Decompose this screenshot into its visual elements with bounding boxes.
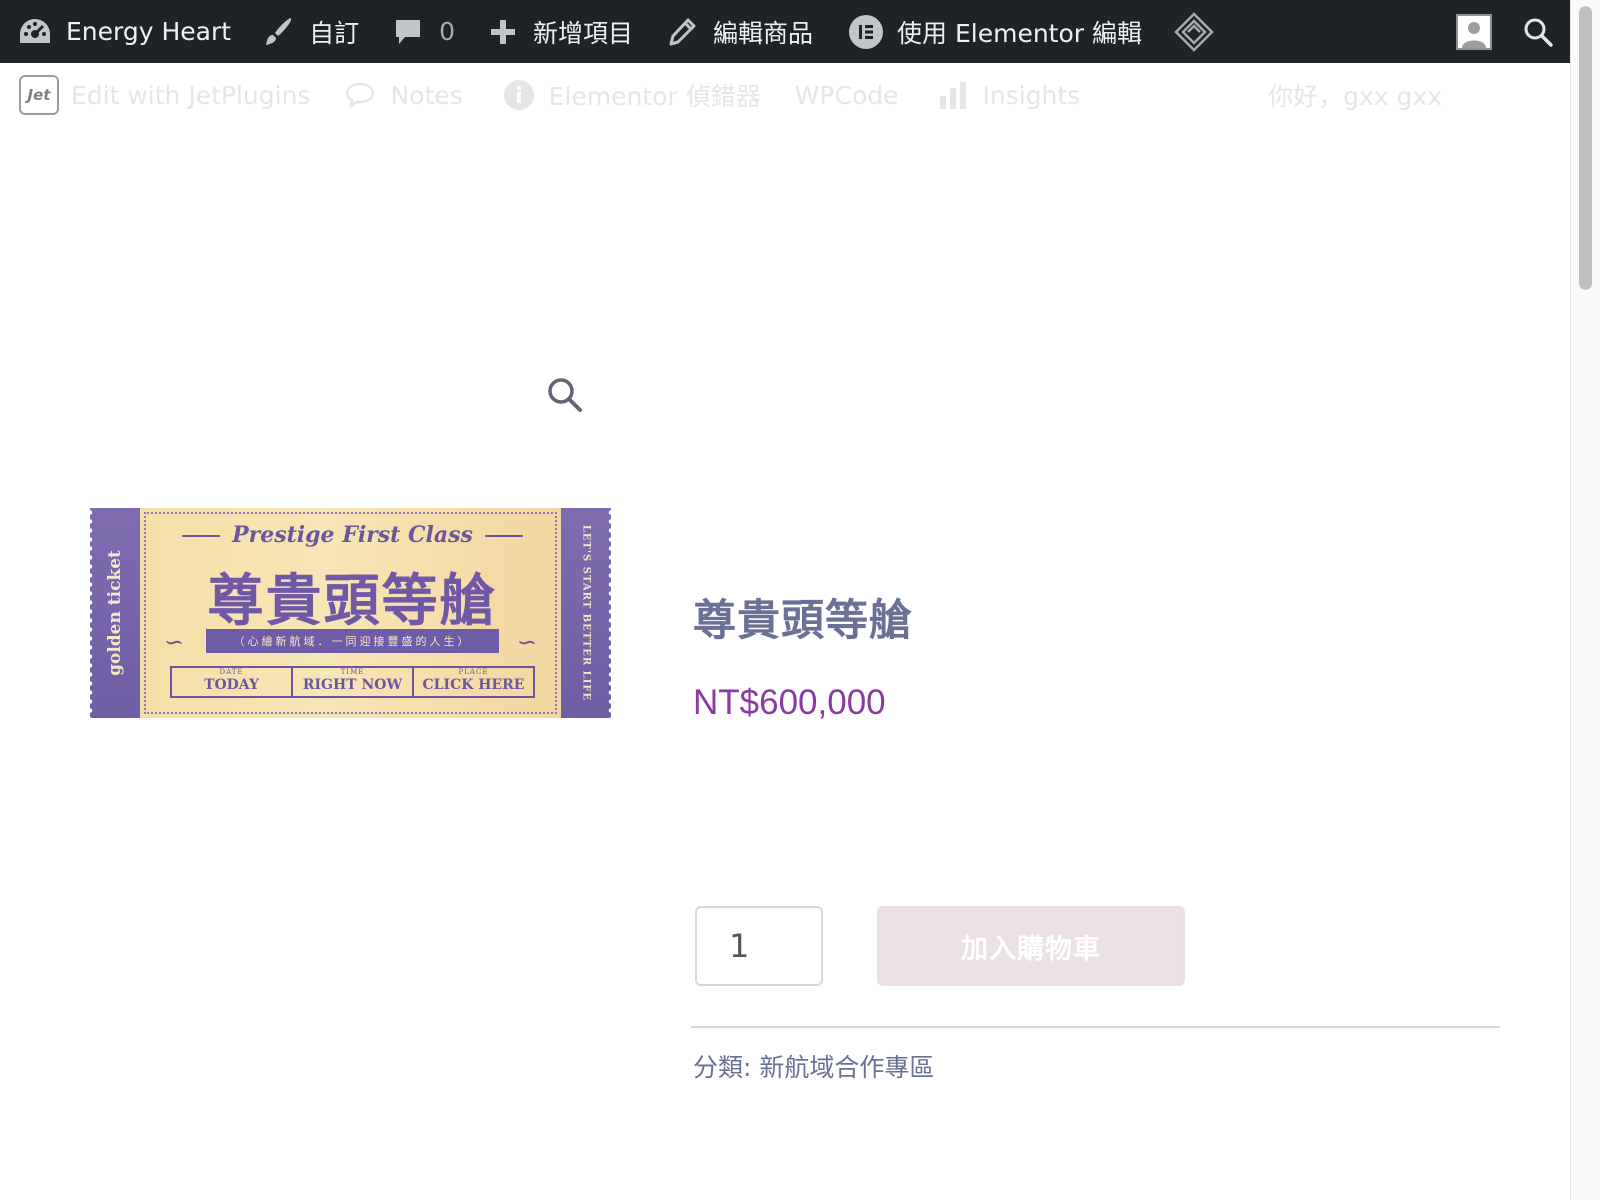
ticket-ribbon: （心繪新航域．一同迎接豐盛的人生） [206, 629, 499, 653]
add-to-cart-button[interactable]: 加入購物車 [877, 906, 1185, 986]
edit-product-menu[interactable]: 編輯商品 [667, 0, 813, 63]
elementor-debugger-menu[interactable]: Elementor 偵錯器 [503, 77, 761, 113]
ticket-right-stub: LET'S START BETTER LIFE [561, 508, 611, 718]
elementor-edit-label: 使用 Elementor 編輯 [897, 18, 1142, 48]
ticket-swirl-left-icon: ∽ [164, 628, 185, 656]
admin-bar: Energy Heart 自訂 0 新增項目 編輯商品 使用 Elementor… [0, 0, 1570, 63]
new-content-menu[interactable]: 新增項目 [489, 0, 633, 63]
diamond-plugin-icon [1174, 11, 1214, 52]
wpcode-menu[interactable]: WPCode [795, 81, 899, 110]
quantity-input[interactable] [695, 906, 823, 986]
info-icon [503, 80, 534, 110]
pencil-icon [669, 18, 696, 45]
diamond-plugin-menu[interactable] [1174, 0, 1214, 63]
comments-menu[interactable]: 0 [393, 0, 455, 63]
notes-label: Notes [390, 80, 463, 110]
insights-menu[interactable]: Insights [937, 80, 1081, 110]
ticket-body: Prestige First Class 尊貴頭等艙 ∽ （心繪新航域．一同迎接… [144, 512, 557, 714]
ticket-big-title: 尊貴頭等艙 [207, 568, 498, 634]
comment-bubble-icon [396, 19, 421, 44]
user-silhouette-icon [1458, 16, 1490, 48]
customize-label: 自訂 [309, 18, 360, 48]
ticket-box-place: PLACE CLICK HERE [414, 668, 533, 696]
edit-with-jetplugins[interactable]: Jet Edit with JetPlugins [19, 75, 310, 115]
category-link[interactable]: 新航域合作專區 [759, 1053, 934, 1082]
insights-label: Insights [982, 80, 1081, 110]
paintbrush-icon [266, 17, 292, 45]
ticket-box-value: RIGHT NOW [302, 677, 403, 693]
greeting-label: 你好，gxx gxx [1268, 82, 1442, 111]
notes-bubble-icon [346, 82, 375, 109]
new-content-label: 新增項目 [532, 18, 633, 48]
elementor-icon [849, 14, 884, 49]
ticket-box-time: TIME RIGHT NOW [293, 668, 414, 696]
ticket-box-label: PLACE [458, 668, 489, 676]
jetplugins-label: Edit with JetPlugins [71, 80, 311, 110]
ticket-stub-left-text: golden ticket [105, 550, 125, 676]
category-label: 分類: [693, 1053, 752, 1082]
bar-chart-icon [939, 82, 966, 109]
notes-menu[interactable]: Notes [344, 80, 463, 110]
plus-icon [490, 19, 515, 44]
image-zoom-button[interactable] [546, 376, 584, 418]
edit-product-label: 編輯商品 [713, 18, 814, 48]
ticket-box-value: CLICK HERE [422, 677, 525, 693]
ticket-swirl-right-icon: ∽ [516, 628, 537, 656]
product-price: NT$600,000 [693, 683, 886, 722]
account-greeting[interactable]: 你好，gxx gxx [1268, 63, 1442, 127]
comments-count: 0 [439, 17, 455, 46]
dashboard-gauge-icon [20, 18, 50, 43]
product-title: 尊貴頭等艙 [693, 596, 913, 646]
elementor-debugger-label: Elementor 偵錯器 [548, 82, 761, 111]
ticket-box-label: DATE [219, 668, 244, 676]
meta-divider [691, 1026, 1500, 1028]
site-name-menu[interactable]: Energy Heart [18, 0, 231, 63]
ticket-script-title: Prestige First Class [146, 522, 559, 548]
page-scrollbar-thumb[interactable] [1579, 6, 1592, 290]
wpcode-label: WPCode [794, 80, 899, 110]
ticket-stub-right-text: LET'S START BETTER LIFE [580, 524, 592, 702]
product-meta: 分類: 新航域合作專區 [693, 1048, 934, 1084]
product-image[interactable]: golden ticket Prestige First Class 尊貴頭等艙… [90, 508, 611, 718]
customize-menu[interactable]: 自訂 [261, 0, 359, 63]
magnifier-icon [548, 378, 582, 412]
search-icon [1524, 18, 1553, 47]
elementor-edit-menu[interactable]: 使用 Elementor 編輯 [849, 0, 1142, 63]
ticket-box-date: DATE TODAY [172, 668, 293, 696]
jetplugins-logo-icon: Jet [19, 75, 59, 115]
toolbar-search[interactable] [1522, 16, 1554, 52]
ticket-left-stub: golden ticket [90, 508, 140, 718]
site-name-label: Energy Heart [66, 17, 232, 46]
avatar[interactable] [1456, 14, 1492, 50]
ticket-info-boxes: DATE TODAY TIME RIGHT NOW PLACE CLICK HE… [170, 666, 535, 698]
plugin-toolbar: Jet Edit with JetPlugins Notes Elementor… [0, 63, 1570, 127]
ticket-box-value: TODAY [204, 677, 259, 693]
ticket-box-label: TIME [340, 668, 365, 676]
